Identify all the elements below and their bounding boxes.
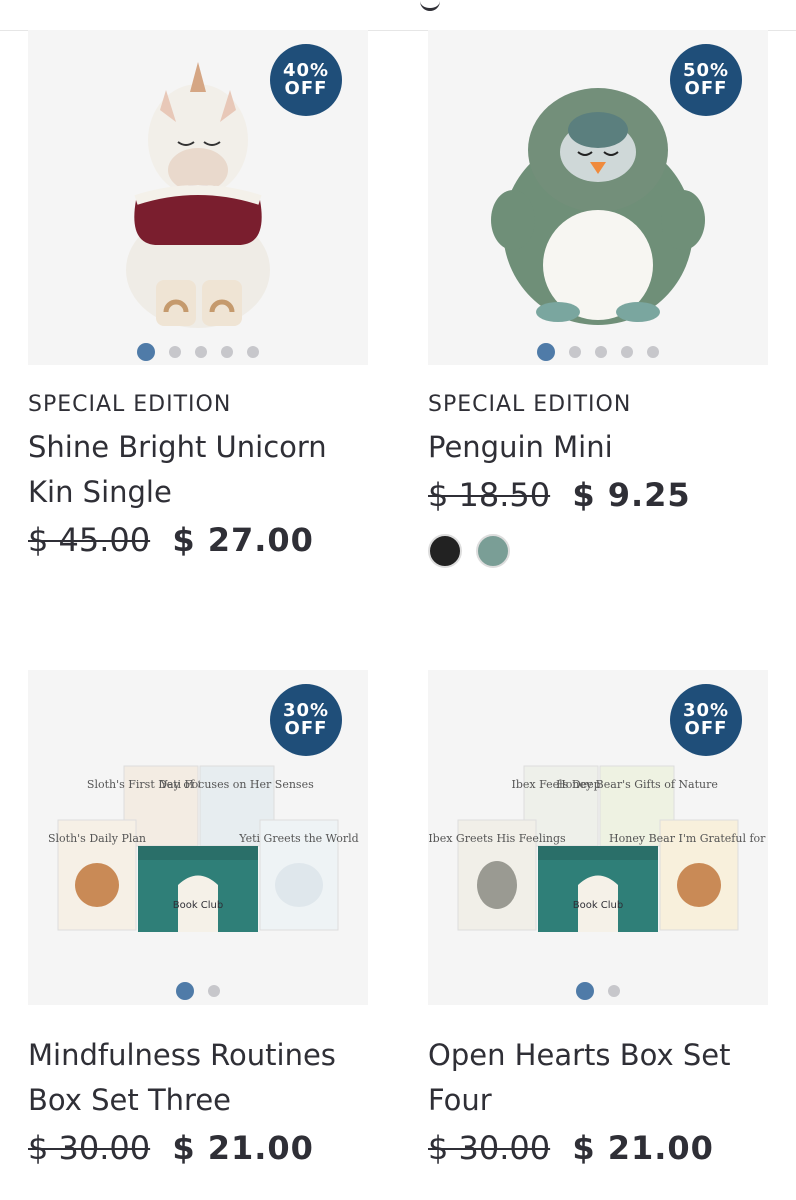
carousel-dots [28,343,368,361]
box-label: Book Club [173,900,224,911]
box-label: Book Club [573,900,624,911]
original-price: $ 45.00 [28,521,151,559]
product-title-line: Mindfulness Routines [28,1038,336,1072]
color-swatch-sage[interactable] [476,534,510,568]
product-title-line: Penguin Mini [428,430,613,464]
top-header-bar [0,0,796,31]
product-image-penguin[interactable]: 50% OFF [428,30,768,365]
product-eyebrow: SPECIAL EDITION [28,392,232,417]
product-title[interactable]: Shine Bright Unicorn Kin Single [28,425,368,515]
price-row: $ 45.00 $ 27.00 [28,521,368,559]
sale-price: $ 27.00 [172,521,314,559]
carousel-dot-active[interactable] [537,343,555,361]
carousel-dots [428,343,768,361]
product-card-open-hearts[interactable]: Ibex Feels Deeply Honey Bear's Gifts of … [428,670,768,1167]
book-title-text: Ibex Greets His Feelings [428,832,566,845]
color-swatches [428,534,768,568]
sale-price: $ 21.00 [572,1129,714,1167]
carousel-dot[interactable] [621,346,633,358]
product-image-mindfulness[interactable]: Sloth's First Day of School Yeti Focuses… [28,670,368,1005]
book-title-text: Honey Bear's Gifts of Nature [556,778,718,791]
carousel-dot-active[interactable] [576,982,594,1000]
product-title[interactable]: Open Hearts Box Set Four [428,1033,768,1123]
product-card-unicorn[interactable]: 40% OFF SPECIAL EDITION Shine Bright Uni… [28,30,368,559]
product-image-open-hearts[interactable]: Ibex Feels Deeply Honey Bear's Gifts of … [428,670,768,1005]
carousel-dot[interactable] [221,346,233,358]
price-row: $ 18.50 $ 9.25 [428,476,768,514]
color-swatch-black[interactable] [428,534,462,568]
logo-fragment[interactable] [420,0,440,11]
original-price: $ 18.50 [428,476,551,514]
book-title-text: Sloth's Daily Plan [48,832,146,845]
product-title-line: Four [428,1083,492,1117]
discount-off-label: OFF [284,78,328,99]
discount-off-label: OFF [684,78,728,99]
product-image-unicorn[interactable]: 40% OFF [28,30,368,365]
discount-off-label: OFF [284,718,328,739]
discount-badge: 30% OFF [270,684,342,756]
product-eyebrow: SPECIAL EDITION [428,392,632,417]
carousel-dots [428,982,768,1000]
carousel-dot-active[interactable] [137,343,155,361]
price-row: $ 30.00 $ 21.00 [28,1129,368,1167]
product-title[interactable]: Penguin Mini [428,425,768,470]
price-row: $ 30.00 $ 21.00 [428,1129,768,1167]
sale-price: $ 9.25 [572,476,691,514]
discount-badge: 40% OFF [270,44,342,116]
carousel-dot[interactable] [247,346,259,358]
carousel-dot-active[interactable] [176,982,194,1000]
product-card-penguin[interactable]: 50% OFF SPECIAL EDITION Penguin Mini $ 1… [428,30,768,568]
product-title-line: Box Set Three [28,1083,232,1117]
product-title-line: Kin Single [28,475,172,509]
carousel-dot[interactable] [195,346,207,358]
original-price: $ 30.00 [28,1129,151,1167]
book-title-text: Honey Bear I'm Grateful for You [609,832,768,845]
product-title[interactable]: Mindfulness Routines Box Set Three [28,1033,368,1123]
carousel-dot[interactable] [608,985,620,997]
original-price: $ 30.00 [428,1129,551,1167]
book-title-text: Yeti Focuses on Her Senses [159,778,314,791]
sale-price: $ 21.00 [172,1129,314,1167]
carousel-dot[interactable] [647,346,659,358]
carousel-dot[interactable] [595,346,607,358]
book-title-text: Yeti Greets the World [238,832,358,845]
carousel-dots [28,982,368,1000]
carousel-dot[interactable] [208,985,220,997]
product-title-line: Shine Bright Unicorn [28,430,327,464]
discount-badge: 50% OFF [670,44,742,116]
product-title-line: Open Hearts Box Set [428,1038,731,1072]
product-card-mindfulness[interactable]: Sloth's First Day of School Yeti Focuses… [28,670,368,1167]
carousel-dot[interactable] [569,346,581,358]
carousel-dot[interactable] [169,346,181,358]
discount-badge: 30% OFF [670,684,742,756]
discount-off-label: OFF [684,718,728,739]
